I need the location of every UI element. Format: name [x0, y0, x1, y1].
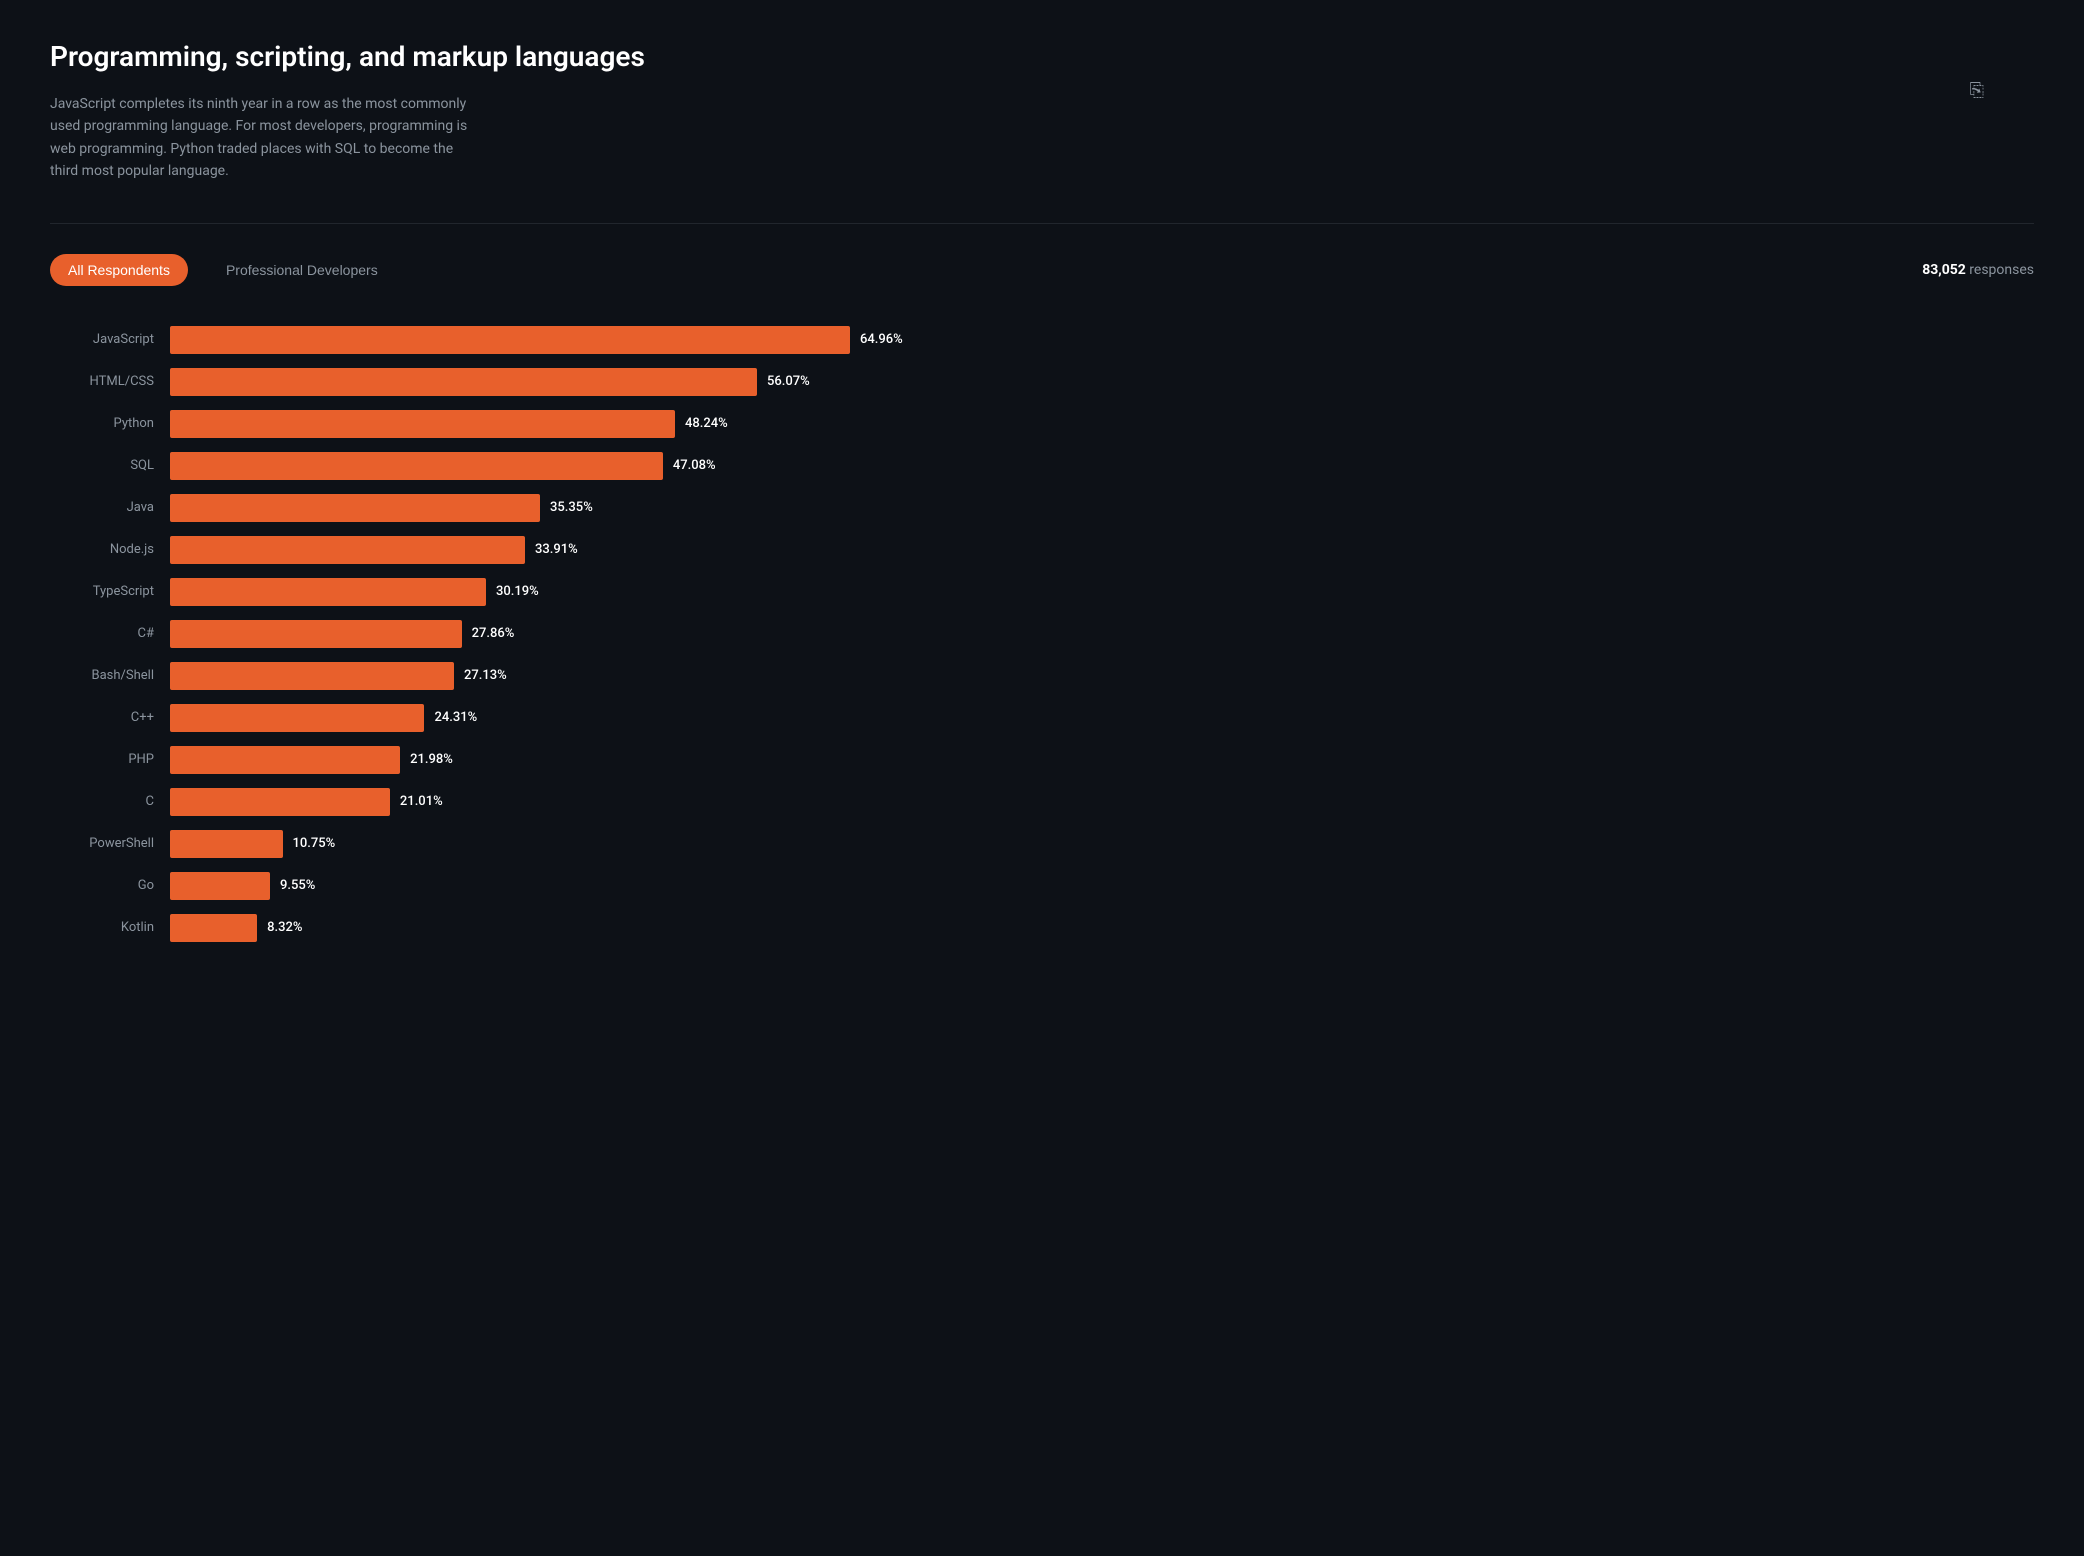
filter-row: All Respondents Professional Developers …: [50, 254, 2034, 286]
page-title: Programming, scripting, and markup langu…: [50, 40, 2034, 73]
bar-wrapper: 30.19%: [170, 578, 2034, 606]
bar-wrapper: 9.55%: [170, 872, 2034, 900]
bar-percentage: 24.31%: [434, 710, 477, 725]
bar-wrapper: 27.13%: [170, 662, 2034, 690]
bar-percentage: 35.35%: [550, 500, 593, 515]
bar-wrapper: 56.07%: [170, 368, 2034, 396]
bar-label: C: [50, 794, 170, 809]
bar-row: HTML/CSS 56.07%: [50, 368, 2034, 396]
bar-percentage: 10.75%: [293, 836, 336, 851]
bar-fill: [170, 830, 283, 858]
bar-label: HTML/CSS: [50, 374, 170, 389]
bar-row: C 21.01%: [50, 788, 2034, 816]
bar-fill: [170, 788, 390, 816]
bar-percentage: 33.91%: [535, 542, 578, 557]
header: Programming, scripting, and markup langu…: [50, 40, 2034, 183]
bar-fill: [170, 536, 525, 564]
bar-label: Bash/Shell: [50, 668, 170, 683]
bar-label: Go: [50, 878, 170, 893]
responses-label: responses: [1969, 262, 2034, 278]
bar-row: C# 27.86%: [50, 620, 2034, 648]
tab-professional-developers[interactable]: Professional Developers: [208, 254, 396, 286]
bar-label: Python: [50, 416, 170, 431]
bar-wrapper: 35.35%: [170, 494, 2034, 522]
bar-chart: JavaScript 64.96% HTML/CSS 56.07% Python 48.2…: [50, 326, 2034, 942]
bar-label: C#: [50, 626, 170, 641]
bar-percentage: 47.08%: [673, 458, 716, 473]
bar-row: Node.js 33.91%: [50, 536, 2034, 564]
bar-wrapper: 8.32%: [170, 914, 2034, 942]
bar-percentage: 21.01%: [400, 794, 443, 809]
bar-row: Bash/Shell 27.13%: [50, 662, 2034, 690]
filter-tabs: All Respondents Professional Developers: [50, 254, 396, 286]
bar-fill: [170, 746, 400, 774]
bar-percentage: 8.32%: [267, 920, 302, 935]
bar-label: Java: [50, 500, 170, 515]
section-divider: [50, 223, 2034, 224]
bar-row: C++ 24.31%: [50, 704, 2034, 732]
bar-row: Kotlin 8.32%: [50, 914, 2034, 942]
bar-row: JavaScript 64.96%: [50, 326, 2034, 354]
bar-fill: [170, 368, 757, 396]
bar-percentage: 9.55%: [280, 878, 315, 893]
bar-label: PowerShell: [50, 836, 170, 851]
bar-wrapper: 33.91%: [170, 536, 2034, 564]
bar-row: TypeScript 30.19%: [50, 578, 2034, 606]
responses-number: 83,052: [1922, 262, 1966, 278]
bar-wrapper: 24.31%: [170, 704, 2034, 732]
bar-wrapper: 21.98%: [170, 746, 2034, 774]
bar-percentage: 48.24%: [685, 416, 728, 431]
bar-wrapper: 21.01%: [170, 788, 2034, 816]
bar-label: SQL: [50, 458, 170, 473]
bar-row: PHP 21.98%: [50, 746, 2034, 774]
bar-wrapper: 27.86%: [170, 620, 2034, 648]
bar-row: Java 35.35%: [50, 494, 2034, 522]
bar-fill: [170, 410, 675, 438]
bar-fill: [170, 662, 454, 690]
bar-label: PHP: [50, 752, 170, 767]
bar-percentage: 64.96%: [860, 332, 903, 347]
bar-percentage: 27.86%: [472, 626, 515, 641]
bar-fill: [170, 704, 424, 732]
tab-all-respondents[interactable]: All Respondents: [50, 254, 188, 286]
bar-percentage: 30.19%: [496, 584, 539, 599]
bar-wrapper: 47.08%: [170, 452, 2034, 480]
page-description: JavaScript completes its ninth year in a…: [50, 93, 470, 183]
bar-fill: [170, 578, 486, 606]
bar-wrapper: 48.24%: [170, 410, 2034, 438]
bar-fill: [170, 914, 257, 942]
bar-row: PowerShell 10.75%: [50, 830, 2034, 858]
bar-fill: [170, 872, 270, 900]
bar-percentage: 21.98%: [410, 752, 453, 767]
bar-fill: [170, 452, 663, 480]
bar-label: Node.js: [50, 542, 170, 557]
bar-row: SQL 47.08%: [50, 452, 2034, 480]
bar-fill: [170, 326, 850, 354]
bar-row: Python 48.24%: [50, 410, 2034, 438]
bar-wrapper: 10.75%: [170, 830, 2034, 858]
link-icon[interactable]: ⎘: [1970, 80, 1984, 101]
bar-label: JavaScript: [50, 332, 170, 347]
bar-wrapper: 64.96%: [170, 326, 2034, 354]
bar-fill: [170, 620, 462, 648]
bar-label: Kotlin: [50, 920, 170, 935]
bar-percentage: 56.07%: [767, 374, 810, 389]
bar-fill: [170, 494, 540, 522]
bar-label: C++: [50, 710, 170, 725]
bar-percentage: 27.13%: [464, 668, 507, 683]
responses-count: 83,052 responses: [1922, 262, 2034, 278]
bar-label: TypeScript: [50, 584, 170, 599]
bar-row: Go 9.55%: [50, 872, 2034, 900]
